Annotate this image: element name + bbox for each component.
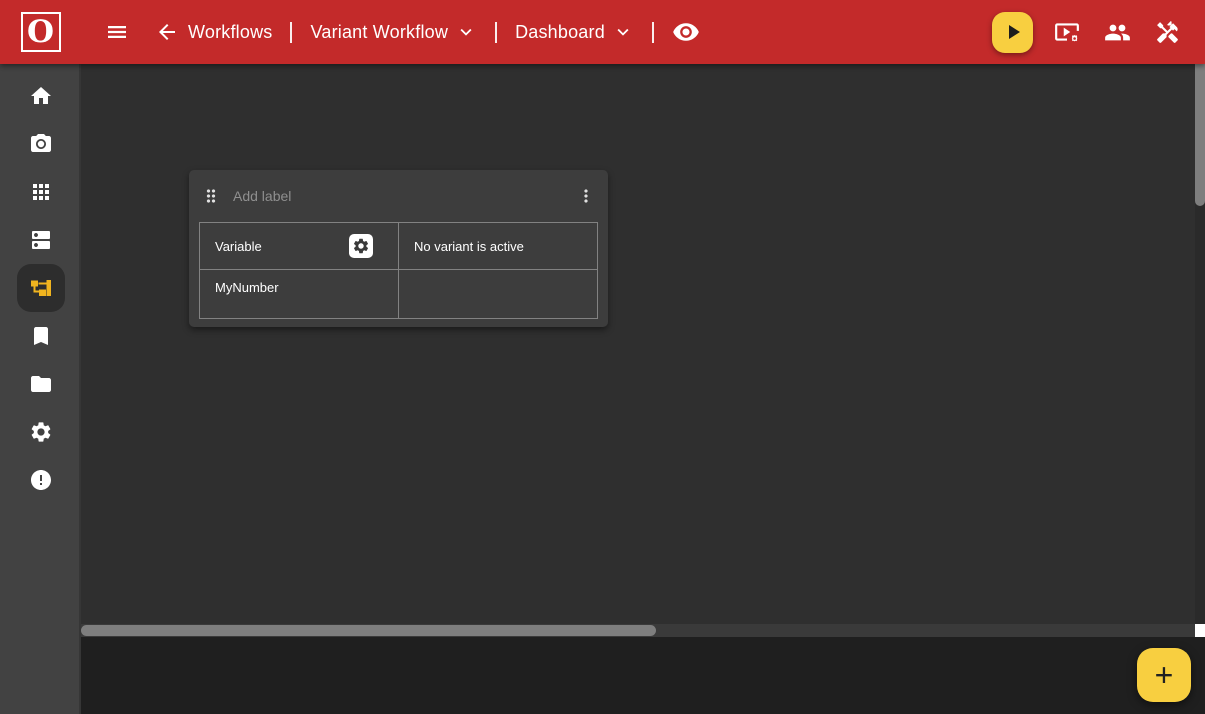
add-widget-fab[interactable]: + [1137,648,1191,702]
workflow-selector[interactable]: Variant Workflow [310,21,477,43]
variable-header-cell: Variable [200,223,399,270]
variable-table: Variable No variant is active MyNumber [199,222,598,319]
logo-letter: O [27,17,54,48]
vertical-scrollbar[interactable] [1195,64,1205,624]
topbar-divider [652,22,654,43]
settings-gear-icon [29,420,53,444]
variant-status-label: No variant is active [414,239,524,254]
sidebar-item-settings[interactable] [17,408,65,456]
widget-label-input[interactable] [233,188,576,204]
view-selector[interactable]: Dashboard [515,21,634,43]
table-row: MyNumber [200,270,598,319]
logo-frame: O [21,12,61,52]
camera-icon [29,132,53,156]
sidebar-item-apps[interactable] [17,168,65,216]
sidebar-item-workflows[interactable] [17,264,65,312]
scrollbar-corner [1195,624,1205,637]
play-icon [1001,20,1025,44]
gear-icon [352,237,370,255]
back-arrow-icon [155,20,179,44]
horizontal-scrollbar-thumb[interactable] [81,625,656,636]
run-button[interactable] [992,12,1033,53]
top-app-bar: O Workflows Variant Workflow Dashboard [0,0,1205,64]
folder-icon [29,372,53,396]
workflow-schema-icon [29,276,53,300]
sidebar-item-bookmarks[interactable] [17,312,65,360]
widget-card-header [189,170,608,222]
kebab-menu-icon[interactable] [576,186,596,206]
topbar-divider [290,22,292,43]
users-icon[interactable] [1104,19,1131,46]
horizontal-scrollbar[interactable] [81,624,1195,637]
workflows-back-nav[interactable]: Workflows [155,20,272,44]
vertical-scrollbar-thumb[interactable] [1195,64,1205,206]
handyman-tools-icon[interactable] [1155,20,1180,45]
sidebar-item-files[interactable] [17,360,65,408]
variable-header-label: Variable [215,239,262,254]
topbar-right-actions [1054,19,1180,46]
variable-name: MyNumber [215,280,279,295]
table-header-row: Variable No variant is active [200,223,598,270]
chevron-down-icon [612,21,634,43]
variable-settings-button[interactable] [349,234,373,258]
home-icon [29,84,53,108]
chevron-down-icon [455,21,477,43]
drag-handle-icon[interactable] [201,186,221,206]
sidebar-item-home[interactable] [17,72,65,120]
video-settings-icon[interactable] [1054,19,1080,45]
app-logo[interactable]: O [0,0,81,64]
sidebar-item-errors[interactable] [17,456,65,504]
dashboard-canvas [81,64,1195,624]
error-icon [29,468,53,492]
sidebar-item-devices[interactable] [17,216,65,264]
sidebar-item-camera[interactable] [17,120,65,168]
variable-widget-card: Variable No variant is active MyNumber [189,170,608,327]
icon-sidebar [0,64,81,714]
workflows-label: Workflows [188,22,272,43]
topbar-divider [495,22,497,43]
visibility-eye-icon[interactable] [672,18,700,46]
apps-grid-icon [29,180,53,204]
dns-list-icon [29,228,53,252]
variable-name-cell: MyNumber [200,270,399,319]
plus-icon: + [1155,659,1174,691]
variable-value-cell [399,270,598,319]
variant-status-cell: No variant is active [399,223,598,270]
view-selector-label: Dashboard [515,22,605,43]
menu-icon[interactable] [105,20,129,44]
bookmark-icon [29,324,53,348]
bottom-panel [81,637,1205,714]
workflow-selector-label: Variant Workflow [310,22,448,43]
